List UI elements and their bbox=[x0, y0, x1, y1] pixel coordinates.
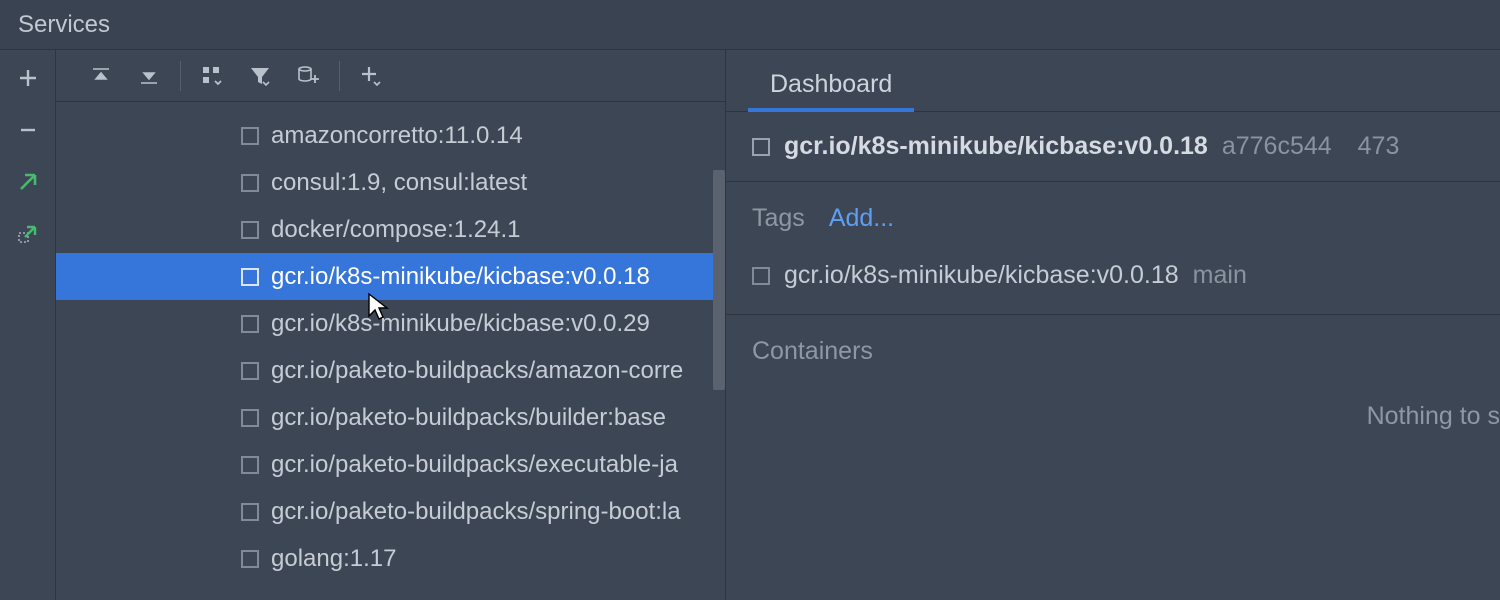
image-icon bbox=[241, 503, 259, 521]
tree-row[interactable]: gcr.io/paketo-buildpacks/executable-ja bbox=[56, 441, 725, 488]
tree-row-selected[interactable]: gcr.io/k8s-minikube/kicbase:v0.0.18 bbox=[56, 253, 725, 300]
open-new-tab-button[interactable] bbox=[14, 168, 42, 196]
tree-row-label: golang:1.17 bbox=[271, 545, 396, 573]
panel-title-text: Services bbox=[18, 11, 110, 39]
tree-row-label: gcr.io/paketo-buildpacks/spring-boot:la bbox=[271, 498, 681, 526]
filter-button[interactable] bbox=[247, 63, 273, 89]
main: amazoncorretto:11.0.14 consul:1.9, consu… bbox=[0, 50, 1500, 600]
panel-title: Services bbox=[0, 0, 1500, 50]
containers-label: Containers bbox=[752, 337, 873, 365]
tree-toolbar bbox=[56, 50, 725, 102]
image-icon bbox=[752, 267, 770, 285]
detail-tabs: Dashboard bbox=[726, 50, 1500, 112]
image-icon bbox=[241, 174, 259, 192]
add-tag-link[interactable]: Add... bbox=[829, 204, 894, 233]
tree-row-label: gcr.io/paketo-buildpacks/executable-ja bbox=[271, 451, 678, 479]
tree-row[interactable]: golang:1.17 bbox=[56, 535, 725, 582]
image-icon bbox=[752, 138, 770, 156]
tree-panel: amazoncorretto:11.0.14 consul:1.9, consu… bbox=[56, 50, 726, 600]
remove-button[interactable] bbox=[14, 116, 42, 144]
content: amazoncorretto:11.0.14 consul:1.9, consu… bbox=[56, 50, 1500, 600]
add-service-button[interactable] bbox=[358, 63, 384, 89]
containers-section: Containers bbox=[726, 315, 1500, 372]
tree-row[interactable]: docker/compose:1.24.1 bbox=[56, 206, 725, 253]
restore-layout-button[interactable] bbox=[14, 220, 42, 248]
image-icon bbox=[241, 456, 259, 474]
image-icon bbox=[241, 221, 259, 239]
containers-empty-text: Nothing to s bbox=[726, 372, 1500, 431]
add-button[interactable] bbox=[14, 64, 42, 92]
tab-dashboard[interactable]: Dashboard bbox=[748, 56, 914, 111]
detail-meta: a776c544 473 bbox=[1222, 132, 1400, 161]
image-icon bbox=[241, 127, 259, 145]
detail-hash: a776c544 bbox=[1222, 132, 1332, 161]
tree-row-label: consul:1.9, consul:latest bbox=[271, 169, 527, 197]
image-icon bbox=[241, 362, 259, 380]
tree-row-label: amazoncorretto:11.0.14 bbox=[271, 122, 523, 150]
tree-row-label: gcr.io/paketo-buildpacks/amazon-corre bbox=[271, 357, 683, 385]
tree-row-label: docker/compose:1.24.1 bbox=[271, 216, 520, 244]
tag-entry[interactable]: gcr.io/k8s-minikube/kicbase:v0.0.18 main bbox=[726, 251, 1500, 315]
tree-row[interactable]: gcr.io/k8s-minikube/kicbase:v0.0.29 bbox=[56, 300, 725, 347]
detail-title: gcr.io/k8s-minikube/kicbase:v0.0.18 bbox=[784, 132, 1208, 161]
detail-panel: Dashboard gcr.io/k8s-minikube/kicbase:v0… bbox=[726, 50, 1500, 600]
scrollbar-thumb[interactable] bbox=[713, 170, 725, 390]
tree-row[interactable]: gcr.io/paketo-buildpacks/amazon-corre bbox=[56, 347, 725, 394]
tool-gutter bbox=[0, 50, 56, 600]
tab-label: Dashboard bbox=[770, 70, 892, 98]
tag-branch: main bbox=[1193, 261, 1247, 290]
tag-name: gcr.io/k8s-minikube/kicbase:v0.0.18 bbox=[784, 261, 1179, 290]
tree-row[interactable]: gcr.io/paketo-buildpacks/builder:base bbox=[56, 394, 725, 441]
image-icon bbox=[241, 409, 259, 427]
group-by-button[interactable] bbox=[199, 63, 225, 89]
new-query-button[interactable] bbox=[295, 63, 321, 89]
tree-row[interactable]: gcr.io/paketo-buildpacks/spring-boot:la bbox=[56, 488, 725, 535]
expand-all-button[interactable] bbox=[88, 63, 114, 89]
detail-size: 473 bbox=[1358, 132, 1400, 161]
tags-label: Tags bbox=[752, 204, 805, 233]
image-icon bbox=[241, 550, 259, 568]
tree-row[interactable]: amazoncorretto:11.0.14 bbox=[56, 112, 725, 159]
tree-row-label: gcr.io/k8s-minikube/kicbase:v0.0.18 bbox=[271, 263, 650, 291]
tree-row[interactable]: consul:1.9, consul:latest bbox=[56, 159, 725, 206]
service-tree[interactable]: amazoncorretto:11.0.14 consul:1.9, consu… bbox=[56, 102, 725, 600]
detail-header: gcr.io/k8s-minikube/kicbase:v0.0.18 a776… bbox=[726, 112, 1500, 182]
tags-row: Tags Add... bbox=[726, 182, 1500, 251]
collapse-all-button[interactable] bbox=[136, 63, 162, 89]
image-icon bbox=[241, 268, 259, 286]
tab-active-indicator bbox=[748, 108, 914, 112]
tree-row-label: gcr.io/k8s-minikube/kicbase:v0.0.29 bbox=[271, 310, 650, 338]
tree-row-label: gcr.io/paketo-buildpacks/builder:base bbox=[271, 404, 666, 432]
image-icon bbox=[241, 315, 259, 333]
